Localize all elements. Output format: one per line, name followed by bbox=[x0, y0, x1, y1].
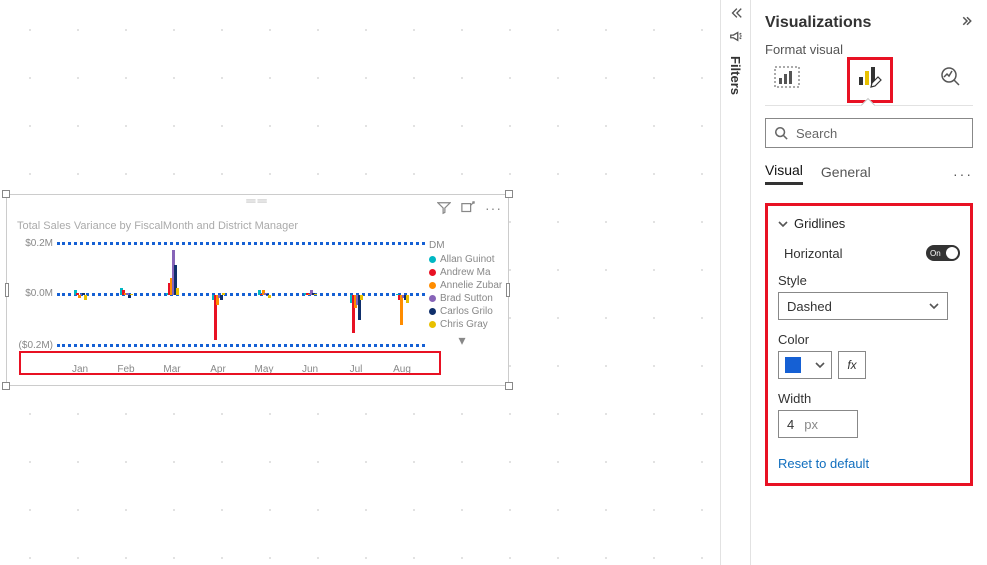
resize-handle-icon[interactable] bbox=[5, 283, 9, 297]
legend-item[interactable]: Andrew Ma bbox=[429, 267, 495, 278]
x-axis-tick: Jun bbox=[287, 364, 333, 375]
y-axis-tick: ($0.2M) bbox=[17, 340, 53, 351]
y-axis-tick: $0.0M bbox=[17, 288, 53, 299]
x-axis-tick: Mar bbox=[149, 364, 195, 375]
style-select[interactable]: Dashed bbox=[778, 292, 948, 320]
bar[interactable] bbox=[84, 295, 87, 300]
gridlines-section: Gridlines Horizontal On Style Dashed Col… bbox=[765, 203, 973, 486]
bar-group bbox=[195, 240, 241, 350]
bar[interactable] bbox=[78, 295, 81, 298]
bar[interactable] bbox=[360, 295, 363, 300]
style-label: Style bbox=[778, 273, 960, 288]
bar[interactable] bbox=[128, 295, 131, 298]
pane-title: Visualizations bbox=[765, 14, 871, 32]
bar-group bbox=[57, 240, 103, 350]
drag-handle-icon[interactable]: ══ bbox=[246, 198, 268, 204]
bar-group bbox=[103, 240, 149, 350]
chevron-down-icon bbox=[815, 360, 825, 370]
legend-swatch-icon bbox=[429, 308, 436, 315]
bar[interactable] bbox=[176, 288, 179, 296]
legend-item[interactable]: Allan Guinot bbox=[429, 254, 495, 265]
x-axis-tick: Jan bbox=[57, 364, 103, 375]
legend-swatch-icon bbox=[429, 321, 436, 328]
report-canvas[interactable]: ══ ··· Total Sales Variance by FiscalMon… bbox=[0, 0, 720, 565]
tabs-more-icon[interactable]: ··· bbox=[953, 166, 973, 182]
collapse-left-icon[interactable] bbox=[729, 6, 743, 23]
resize-handle-icon[interactable] bbox=[506, 283, 510, 297]
expand-right-icon[interactable] bbox=[961, 14, 973, 32]
x-axis-tick: Jul bbox=[333, 364, 379, 375]
color-swatch bbox=[785, 357, 801, 373]
horizontal-toggle[interactable]: On bbox=[926, 245, 960, 261]
legend-swatch-icon bbox=[429, 282, 436, 289]
bar[interactable] bbox=[406, 295, 409, 303]
more-options-icon[interactable]: ··· bbox=[485, 201, 502, 218]
y-axis-tick: $0.2M bbox=[17, 238, 53, 249]
bar[interactable] bbox=[268, 295, 271, 298]
search-icon bbox=[774, 126, 788, 140]
search-input[interactable]: Search bbox=[765, 118, 973, 148]
horizontal-header[interactable]: Horizontal bbox=[778, 246, 843, 261]
bar-group bbox=[149, 240, 195, 350]
color-label: Color bbox=[778, 332, 960, 347]
fx-button[interactable]: fx bbox=[838, 351, 866, 379]
visualizations-pane: Visualizations Format visual Search Visu… bbox=[750, 0, 987, 565]
width-stepper[interactable]: 4 px bbox=[778, 410, 858, 438]
filters-rail: Filters bbox=[720, 0, 750, 565]
x-axis-tick: Feb bbox=[103, 364, 149, 375]
chart-plot-area: $0.2M $0.0M ($0.2M) JanFebMarAprMayJunJu… bbox=[17, 240, 425, 375]
build-visual-tab-icon[interactable] bbox=[771, 63, 803, 91]
legend-item[interactable]: Brad Sutton bbox=[429, 293, 495, 304]
x-axis-tick: Aug bbox=[379, 364, 425, 375]
bar[interactable] bbox=[314, 294, 317, 295]
chevron-down-icon bbox=[929, 301, 939, 311]
color-picker[interactable] bbox=[778, 351, 832, 379]
legend-item[interactable]: Carlos Grilo bbox=[429, 306, 495, 317]
format-visual-label: Format visual bbox=[765, 42, 973, 57]
x-axis-tick: Apr bbox=[195, 364, 241, 375]
resize-handle-icon[interactable] bbox=[2, 382, 10, 390]
chevron-down-icon bbox=[778, 219, 788, 229]
bar-group bbox=[333, 240, 379, 350]
search-placeholder: Search bbox=[796, 126, 837, 141]
legend-title: DM bbox=[429, 240, 495, 251]
filter-icon[interactable] bbox=[437, 201, 451, 218]
x-axis-tick: May bbox=[241, 364, 287, 375]
bar[interactable] bbox=[400, 295, 403, 325]
legend-swatch-icon bbox=[429, 269, 436, 276]
filters-pane-label[interactable]: Filters bbox=[728, 56, 743, 95]
legend-swatch-icon bbox=[429, 295, 436, 302]
format-visual-tab-icon[interactable] bbox=[853, 63, 885, 91]
resize-handle-icon[interactable] bbox=[2, 190, 10, 198]
legend-item[interactable]: Annelie Zubar bbox=[429, 280, 495, 291]
bar[interactable] bbox=[220, 295, 223, 300]
bar[interactable] bbox=[222, 293, 225, 296]
bar-group bbox=[287, 240, 333, 350]
bar-group bbox=[241, 240, 287, 350]
width-label: Width bbox=[778, 391, 960, 406]
bar-group bbox=[379, 240, 425, 350]
chart-legend: DM Allan Guinot Andrew Ma Annelie Zubar Bra… bbox=[425, 240, 495, 375]
resize-handle-icon[interactable] bbox=[505, 382, 513, 390]
legend-swatch-icon bbox=[429, 256, 436, 263]
chart-visual-container[interactable]: ══ ··· Total Sales Variance by FiscalMon… bbox=[6, 194, 509, 386]
reset-to-default-link[interactable]: Reset to default bbox=[778, 456, 869, 471]
tab-general[interactable]: General bbox=[821, 164, 871, 184]
chart-title: Total Sales Variance by FiscalMonth and … bbox=[17, 220, 298, 232]
announce-icon[interactable] bbox=[729, 29, 743, 46]
gridlines-header[interactable]: Gridlines bbox=[778, 216, 960, 231]
resize-handle-icon[interactable] bbox=[505, 190, 513, 198]
legend-more-icon[interactable]: ▾ bbox=[429, 332, 495, 349]
analytics-tab-icon[interactable] bbox=[935, 63, 967, 91]
bar[interactable] bbox=[130, 294, 133, 295]
legend-item[interactable]: Chris Gray bbox=[429, 319, 495, 330]
focus-mode-icon[interactable] bbox=[461, 201, 475, 218]
tab-visual[interactable]: Visual bbox=[765, 162, 803, 185]
